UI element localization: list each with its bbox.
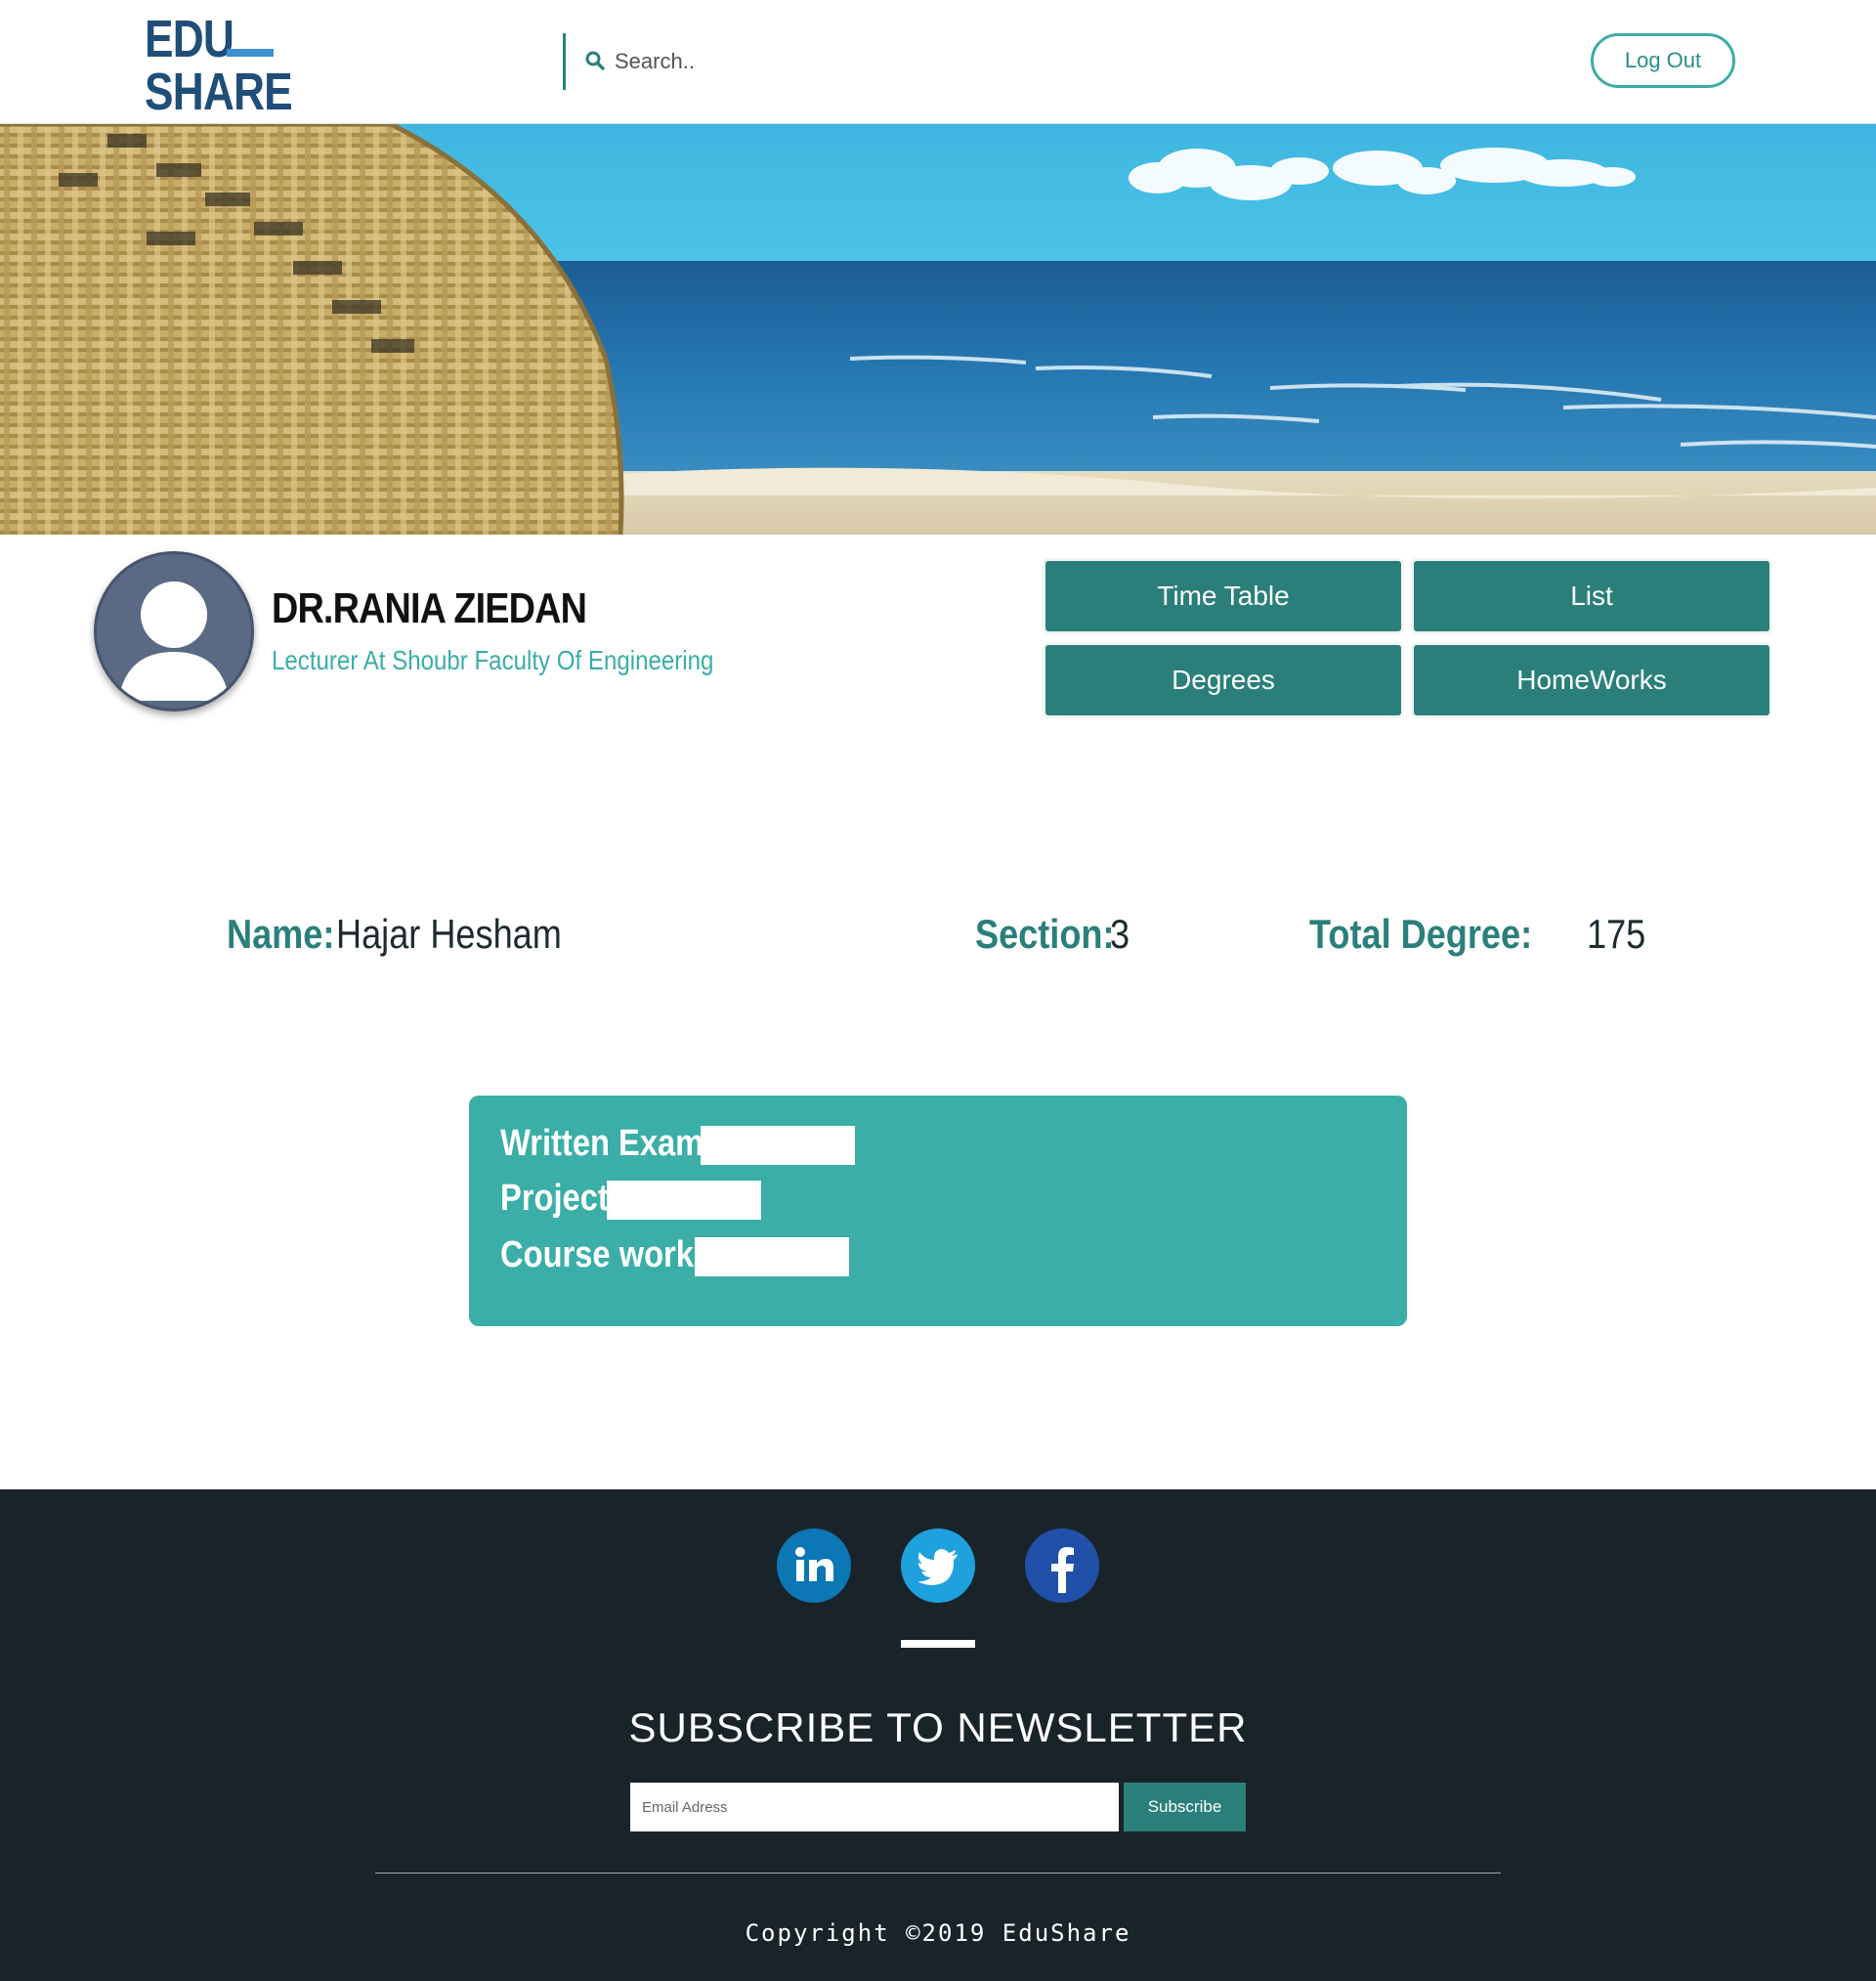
section-value: 3 [1110, 911, 1130, 957]
newsletter-title: SUBSCRIBE TO NEWSLETTER [628, 1704, 1248, 1750]
lecturer-name: DR.RANIA ZIEDAN [272, 584, 587, 632]
eduShare-logo[interactable]: EDU SHARE [145, 10, 293, 118]
site-header: EDU SHARE Log Out [0, 0, 1876, 124]
profile-nav: Time Table List Degrees HomeWorks [1044, 559, 1770, 717]
site-footer: SUBSCRIBE TO NEWSLETTER Subscribe Copyri… [0, 1489, 1876, 1981]
subscribe-button[interactable]: Subscribe [1124, 1783, 1246, 1831]
name-label: Name: [227, 911, 335, 957]
facebook-icon[interactable] [1025, 1529, 1099, 1603]
logout-button[interactable]: Log Out [1591, 33, 1735, 88]
section-label: Section: [975, 911, 1115, 957]
beach-cover-image [0, 124, 1876, 535]
degrees-button[interactable]: Degrees [1045, 645, 1401, 715]
total-degree-value: 175 [1587, 911, 1646, 957]
project-field[interactable] [607, 1181, 761, 1220]
cover-banner [0, 124, 1876, 535]
written-exam-field[interactable] [701, 1126, 855, 1165]
timetable-button[interactable]: Time Table [1045, 561, 1401, 631]
footer-divider-short [901, 1640, 975, 1648]
user-avatar-icon [118, 581, 230, 701]
student-name: Hajar Hesham [336, 911, 562, 957]
search-bar [563, 33, 1152, 90]
logo-line-1: EDU [145, 10, 234, 68]
linkedin-icon[interactable] [777, 1529, 851, 1603]
twitter-icon[interactable] [901, 1529, 975, 1603]
logo-line-2: SHARE [145, 63, 293, 121]
course-work-field[interactable] [695, 1237, 849, 1276]
list-button[interactable]: List [1414, 561, 1769, 631]
degree-entry-card: Written Exam Project Course work [469, 1096, 1407, 1326]
newsletter-email-field[interactable] [630, 1783, 1119, 1831]
profile-avatar [94, 551, 254, 711]
homeworks-button[interactable]: HomeWorks [1414, 645, 1769, 715]
project-label: Project [500, 1178, 609, 1219]
search-icon[interactable] [583, 49, 607, 72]
lecturer-role: Lecturer At Shoubr Faculty Of Engineerin… [272, 645, 714, 675]
logo-bar [227, 49, 274, 57]
course-work-label: Course work [500, 1234, 694, 1275]
copyright-text: Copyright ©2019 EduShare [745, 1919, 1131, 1947]
search-input[interactable] [613, 43, 1125, 80]
written-exam-label: Written Exam [500, 1123, 704, 1164]
total-degree-label: Total Degree: [1309, 911, 1533, 957]
